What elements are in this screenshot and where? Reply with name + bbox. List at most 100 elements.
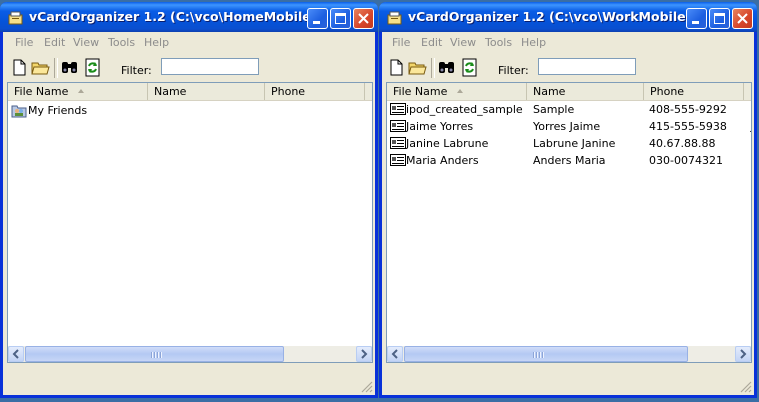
toolbar-separator — [54, 58, 58, 78]
minimize-button[interactable] — [686, 8, 707, 29]
maximize-icon — [714, 13, 725, 24]
status-bar — [382, 365, 754, 395]
app-card-icon — [8, 11, 23, 25]
menu-edit[interactable]: Edit — [421, 36, 442, 49]
close-button[interactable] — [732, 8, 753, 29]
find-binoculars-icon[interactable] — [437, 58, 456, 77]
new-file-icon[interactable] — [10, 58, 29, 77]
refresh-icon[interactable] — [83, 58, 102, 77]
column-label: Name — [154, 85, 187, 98]
status-bar — [3, 365, 375, 395]
list-item[interactable]: Jaime Yorres Yorres Jaime 415-555-5938 j — [387, 118, 751, 135]
chevron-left-icon — [391, 349, 398, 359]
column-label: Phone — [650, 85, 685, 98]
list-header: File Name Name Phone E — [8, 83, 372, 101]
row-email: j — [750, 120, 751, 133]
column-header-name[interactable]: Name — [527, 83, 644, 100]
row-file-name: Maria Anders — [406, 154, 479, 167]
scroll-right-button[interactable] — [735, 346, 751, 362]
row-phone: 415-555-5938 — [649, 120, 727, 133]
menu-file[interactable]: File — [15, 36, 33, 49]
row-name: Anders Maria — [533, 154, 606, 167]
chevron-right-icon — [740, 349, 747, 359]
minimize-icon — [313, 21, 320, 24]
open-folder-icon[interactable] — [31, 58, 50, 77]
sort-ascending-icon — [457, 89, 463, 93]
row-name: Sample — [533, 103, 575, 116]
close-icon — [737, 13, 748, 24]
horizontal-scrollbar[interactable] — [8, 346, 372, 362]
window-home-mobile: vCardOrganizer 1.2 (C:\vco\HomeMobile) F… — [0, 2, 378, 398]
menu-edit[interactable]: Edit — [44, 36, 65, 49]
menu-tools[interactable]: Tools — [108, 36, 135, 49]
menu-file[interactable]: File — [392, 36, 410, 49]
row-file-name: My Friends — [28, 104, 88, 117]
find-binoculars-icon[interactable] — [60, 58, 79, 77]
toolbar-separator — [431, 58, 435, 78]
column-label: File Name — [393, 85, 448, 98]
row-phone: 40.67.88.88 — [649, 137, 716, 150]
refresh-icon[interactable] — [460, 58, 479, 77]
menu-bar: File Edit View Tools Help — [7, 34, 375, 52]
maximize-button[interactable] — [709, 8, 730, 29]
menu-tools[interactable]: Tools — [485, 36, 512, 49]
menu-help[interactable]: Help — [144, 36, 169, 49]
row-file-name: Janine Labrune — [406, 137, 489, 150]
vcard-icon — [390, 120, 406, 132]
column-label: File Name — [14, 85, 69, 98]
column-header-phone[interactable]: Phone — [644, 83, 744, 100]
maximize-button[interactable] — [330, 8, 351, 29]
scroll-thumb[interactable] — [404, 346, 688, 362]
column-label: E — [750, 85, 751, 98]
column-label: Phone — [271, 85, 306, 98]
row-file-name: Jaime Yorres — [406, 120, 474, 133]
app-card-icon — [387, 11, 402, 25]
menu-help[interactable]: Help — [521, 36, 546, 49]
close-icon — [358, 13, 369, 24]
filter-label: Filter: — [498, 64, 529, 77]
resize-grip-icon[interactable] — [740, 381, 752, 393]
sort-ascending-icon — [78, 89, 84, 93]
scroll-thumb[interactable] — [25, 346, 284, 362]
horizontal-scrollbar[interactable] — [387, 346, 751, 362]
list-item[interactable]: Janine Labrune Labrune Janine 40.67.88.88 — [387, 135, 751, 152]
list-item[interactable]: Maria Anders Anders Maria 030-0074321 — [387, 152, 751, 169]
window-title: vCardOrganizer 1.2 (C:\vco\HomeMobile) — [29, 9, 317, 24]
column-header-email[interactable]: E — [365, 83, 372, 100]
filter-input[interactable] — [161, 58, 259, 75]
contact-list[interactable]: File Name Name Phone E ipod_created_samp… — [386, 82, 752, 363]
resize-grip-icon[interactable] — [361, 381, 373, 393]
list-item[interactable]: My Friends — [8, 102, 372, 119]
window-work-mobile: vCardOrganizer 1.2 (C:\vco\WorkMobile) F… — [379, 2, 757, 398]
menu-view[interactable]: View — [73, 36, 99, 49]
vcard-icon — [390, 154, 406, 166]
vcard-icon — [390, 103, 406, 115]
column-header-phone[interactable]: Phone — [265, 83, 365, 100]
scroll-right-button[interactable] — [356, 346, 372, 362]
minimize-button[interactable] — [307, 8, 328, 29]
row-file-name: ipod_created_sample — [406, 103, 523, 116]
row-name: Labrune Janine — [533, 137, 616, 150]
filter-label: Filter: — [121, 64, 152, 77]
new-file-icon[interactable] — [387, 58, 406, 77]
chevron-right-icon — [361, 349, 368, 359]
title-bar[interactable]: vCardOrganizer 1.2 (C:\vco\WorkMobile) — [379, 2, 757, 32]
contact-list[interactable]: File Name Name Phone E My Friends — [7, 82, 373, 363]
title-bar[interactable]: vCardOrganizer 1.2 (C:\vco\HomeMobile) — [0, 2, 378, 32]
scroll-left-button[interactable] — [387, 346, 403, 362]
menu-view[interactable]: View — [450, 36, 476, 49]
column-header-email[interactable]: E — [744, 83, 751, 100]
column-header-file-name[interactable]: File Name — [8, 83, 148, 100]
close-button[interactable] — [353, 8, 374, 29]
toolbar: Filter: — [3, 54, 375, 82]
chevron-left-icon — [12, 349, 19, 359]
column-label: E — [371, 85, 372, 98]
open-folder-icon[interactable] — [408, 58, 427, 77]
minimize-icon — [692, 21, 699, 24]
filter-input[interactable] — [538, 58, 636, 75]
scroll-left-button[interactable] — [8, 346, 24, 362]
column-header-name[interactable]: Name — [148, 83, 265, 100]
maximize-icon — [335, 13, 346, 24]
list-item[interactable]: ipod_created_sample Sample 408-555-9292 — [387, 101, 751, 118]
column-header-file-name[interactable]: File Name — [387, 83, 527, 100]
